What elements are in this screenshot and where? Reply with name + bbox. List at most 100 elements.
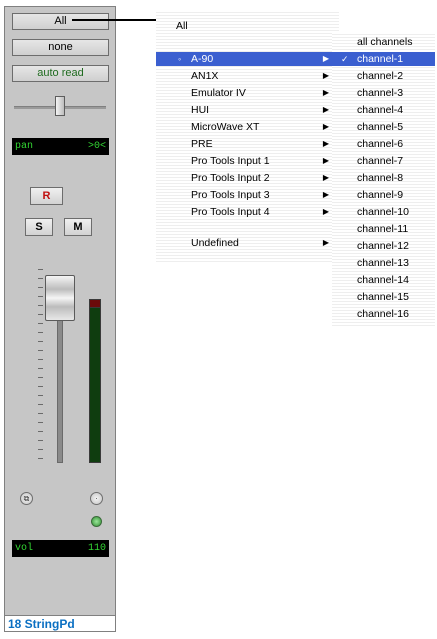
track-name[interactable]: 18 StringPd [5,615,115,631]
menu-item-channel[interactable]: channel-12 [332,239,435,253]
triangle-right-icon: ▶ [322,173,329,182]
menu-item-label: channel-2 [357,70,404,82]
menu-item-label: Pro Tools Input 4 [191,206,270,218]
triangle-right-icon: ▶ [322,207,329,216]
menu-item-label: AN1X [191,70,219,82]
menu-item-channel[interactable]: channel-10 [332,205,435,219]
menu-item-device[interactable]: Pro Tools Input 3 ▶ [156,188,339,202]
checkmark-icon: ✓ [341,54,349,64]
fader-scale-tick [38,269,43,270]
automation-mode-button[interactable]: auto read [12,65,109,82]
menu-item-channel[interactable]: ✓ channel-1 [332,52,435,66]
menu-item-label: channel-9 [357,189,404,201]
menu-item-undefined[interactable]: Undefined ▶ [156,236,339,250]
menu-item-device[interactable]: Emulator IV ▶ [156,86,339,100]
fader-scale-tick [38,449,43,450]
fader-scale-tick [38,323,43,324]
fader-scale-tick [38,287,43,288]
voice-selector-icon[interactable]: · [90,492,103,505]
menu-item-channel[interactable]: channel-6 [332,137,435,151]
menu-item-channel[interactable]: channel-8 [332,171,435,185]
menu-item-device[interactable]: AN1X ▶ [156,69,339,83]
menu-item-label: MicroWave XT [191,121,260,133]
input-selector-button[interactable]: All [12,13,109,30]
menu-item-channel[interactable]: channel-11 [332,222,435,236]
fader-scale-tick [38,458,43,459]
menu-item-label: channel-8 [357,172,404,184]
midi-activity-icon [91,516,102,527]
menu-item-device[interactable]: MicroWave XT ▶ [156,120,339,134]
triangle-right-icon: ▶ [322,139,329,148]
menu-item-device[interactable]: Pro Tools Input 2 ▶ [156,171,339,185]
menu-item-label: channel-3 [357,87,404,99]
menu-item-label: channel-4 [357,104,404,116]
fader-scale-tick [38,359,43,360]
volume-value: 110 [87,543,106,554]
triangle-right-icon: ▶ [322,238,329,247]
menu-item-channel[interactable]: channel-4 [332,103,435,117]
menu-item-channel[interactable]: channel-5 [332,120,435,134]
menu-item-label: Pro Tools Input 1 [191,155,270,167]
pan-label: pan [15,141,34,152]
menu-item-label: PRE [191,138,213,150]
menu-item-device[interactable]: ◦ A-90 ▶ [156,52,339,66]
triangle-right-icon: ▶ [322,105,329,114]
menu-item-label: channel-10 [357,206,409,218]
fader-scale-tick [38,368,43,369]
menu-item-channel[interactable]: channel-2 [332,69,435,83]
menu-item-label: Pro Tools Input 2 [191,172,270,184]
output-selector-button[interactable]: none [12,39,109,56]
fader-scale-tick [38,440,43,441]
fader-scale-tick [38,332,43,333]
record-enable-button[interactable]: R [30,187,63,205]
menu-item-label: Pro Tools Input 3 [191,189,270,201]
menu-item-device[interactable]: HUI ▶ [156,103,339,117]
pan-slider-knob[interactable] [55,96,65,116]
menu-item-label: A-90 [191,53,214,65]
fader-scale-tick [38,341,43,342]
mute-button[interactable]: M [64,218,92,236]
volume-fader-cap[interactable] [45,275,75,321]
fader-scale-tick [38,413,43,414]
menu-item-device[interactable]: Pro Tools Input 4 ▶ [156,205,339,219]
menu-item-label: HUI [191,104,210,116]
fader-scale-tick [38,395,43,396]
menu-item-label: channel-13 [357,257,409,269]
fader-scale-tick [38,404,43,405]
menu-item-channel[interactable]: channel-13 [332,256,435,270]
triangle-right-icon: ▶ [322,122,329,131]
fader-scale-tick [38,305,43,306]
fader-scale-tick [38,350,43,351]
menu-item-label: channel-7 [357,155,404,167]
menu-item-all[interactable]: All [156,19,339,33]
menu-item-device[interactable]: PRE ▶ [156,137,339,151]
channel-submenu: all channels ✓ channel-1 channel-2 channel-3… [332,32,435,326]
menu-item-label: channel-15 [357,291,409,303]
fader-scale-tick [38,296,43,297]
selected-dot-icon: ◦ [178,54,182,64]
menu-item-label: channel-1 [357,53,404,65]
triangle-right-icon: ▶ [322,156,329,165]
menu-item-label: all channels [357,36,413,48]
menu-item-channel[interactable]: channel-15 [332,290,435,304]
menu-item-channel[interactable]: channel-9 [332,188,435,202]
menu-item-channel[interactable]: channel-7 [332,154,435,168]
triangle-right-icon: ▶ [322,88,329,97]
menu-item-device[interactable]: Pro Tools Input 1 ▶ [156,154,339,168]
fader-scale-tick [38,431,43,432]
fader-scale-tick [38,386,43,387]
pan-value: >0< [87,141,106,152]
menu-item-channel[interactable]: channel-16 [332,307,435,321]
solo-button[interactable]: S [25,218,53,236]
menu-item-label: channel-6 [357,138,404,150]
menu-item-channel[interactable]: channel-3 [332,86,435,100]
menu-item-channel[interactable]: channel-14 [332,273,435,287]
fader-scale-tick [38,314,43,315]
group-icon[interactable]: ⧉ [20,492,33,505]
triangle-right-icon: ▶ [322,190,329,199]
triangle-right-icon: ▶ [322,54,329,63]
volume-label: vol [15,543,34,554]
menu-item-label: channel-16 [357,308,409,320]
menu-item-all-channels[interactable]: all channels [332,35,435,49]
level-meter [89,307,101,463]
